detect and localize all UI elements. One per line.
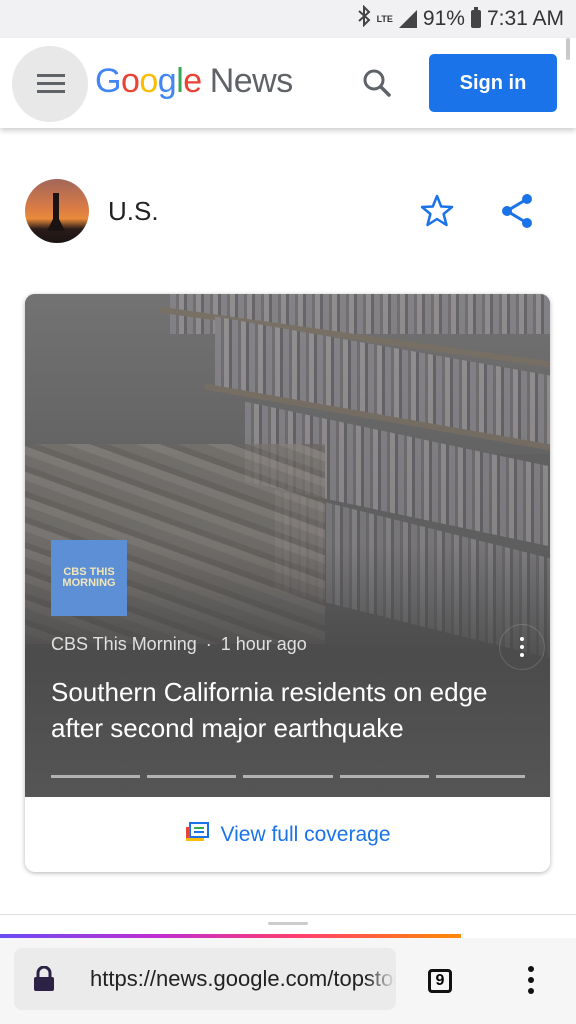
topic-title: U.S.: [108, 196, 159, 226]
bluetooth-icon: [357, 4, 371, 33]
news-wordmark: News: [209, 62, 294, 100]
app-header: Google News Sign in: [0, 38, 576, 128]
more-options-icon[interactable]: [499, 624, 545, 670]
google-wordmark: Google: [95, 62, 202, 100]
story-image[interactable]: CBS THIS MORNING CBS This Morning · 1 hour…: [25, 294, 550, 797]
view-full-coverage-link[interactable]: View full coverage: [25, 797, 550, 872]
star-icon[interactable]: [418, 192, 456, 230]
source-logo: CBS THIS MORNING: [51, 540, 127, 616]
carousel-segment: [147, 775, 237, 778]
network-type: LTE: [376, 13, 393, 24]
browser-toolbar: https://news.google.com/topstories 9: [0, 938, 576, 1024]
carousel-segment: [243, 775, 333, 778]
browser-menu-icon[interactable]: [516, 960, 546, 1000]
carousel-segment: [339, 775, 429, 778]
story-source-line: CBS This Morning · 1 hour ago: [51, 634, 307, 655]
clock: 7:31 AM: [486, 7, 564, 30]
story-card[interactable]: CBS THIS MORNING CBS This Morning · 1 hour…: [25, 294, 550, 872]
tab-count[interactable]: 9: [428, 969, 452, 993]
menu-button[interactable]: [12, 46, 88, 122]
coverage-label: View full coverage: [220, 822, 391, 846]
url-text[interactable]: https://news.google.com/topstories: [90, 966, 396, 992]
story-headline[interactable]: Southern California residents on edge af…: [51, 674, 531, 746]
story-time: 1 hour ago: [220, 634, 307, 654]
signal-icon: [398, 10, 417, 28]
lock-icon[interactable]: [32, 965, 56, 992]
address-bar[interactable]: https://news.google.com/topstories: [14, 948, 396, 1010]
search-icon[interactable]: [355, 62, 399, 106]
status-bar: LTE 91% 7:31 AM: [0, 0, 576, 38]
battery-icon: [470, 7, 481, 28]
google-news-logo[interactable]: Google News: [95, 62, 293, 101]
carousel-segment: [51, 775, 141, 778]
share-icon[interactable]: [498, 192, 536, 230]
sign-in-button[interactable]: Sign in: [429, 54, 557, 112]
source-name[interactable]: CBS This Morning: [51, 634, 197, 654]
battery-percent: 91%: [422, 7, 465, 30]
drag-handle[interactable]: [268, 922, 308, 925]
topic-avatar: [25, 179, 89, 243]
separator: ·: [205, 634, 212, 654]
full-coverage-icon: [184, 821, 210, 849]
scrollbar[interactable]: [566, 38, 570, 60]
carousel-indicator: [51, 775, 526, 778]
divider: [0, 914, 576, 915]
carousel-segment: [435, 775, 526, 778]
